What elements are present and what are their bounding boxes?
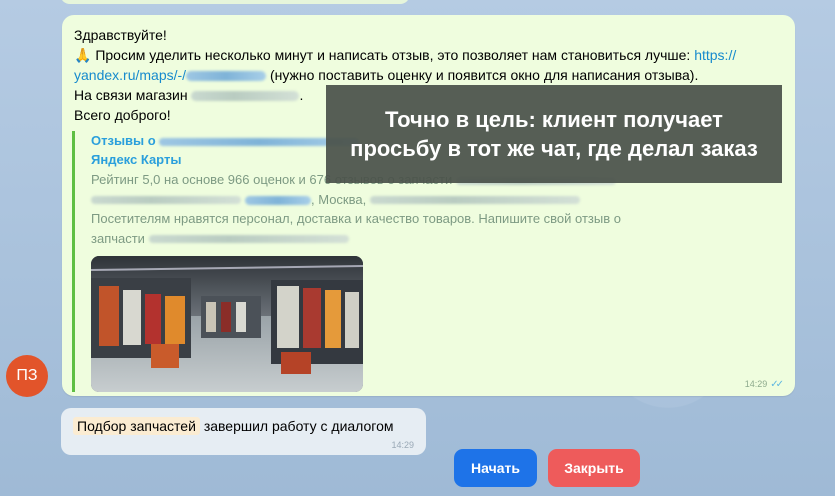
greeting-line: Здравствуйте! bbox=[74, 27, 167, 43]
redacted-address-1 bbox=[91, 196, 241, 205]
message-time-text: 14:29 bbox=[744, 379, 768, 389]
preview-city: , Москва, bbox=[311, 191, 367, 207]
redacted-address-2 bbox=[245, 195, 311, 205]
overlay-line-2: просьбу в тот же чат, где делал заказ bbox=[350, 136, 758, 161]
redacted-shop-desc bbox=[148, 235, 349, 244]
previous-message-stub bbox=[60, 0, 410, 4]
double-check-icon: ✓✓ bbox=[770, 379, 784, 390]
pray-emoji-icon: 🙏 bbox=[74, 47, 92, 63]
review-request-message: Здравствуйте! 🙏 Просим уделить несколько… bbox=[62, 15, 795, 396]
bot-name-tag: Подбор запчастей bbox=[73, 417, 200, 435]
contact-text: На связи магазин bbox=[74, 87, 188, 103]
close-button[interactable]: Закрыть bbox=[548, 449, 640, 487]
review-link-start[interactable]: https:// bbox=[694, 47, 736, 63]
preview-desc-1: Посетителям нравятся персонал, доставка … bbox=[91, 211, 621, 226]
rating-note: (нужно поставить оценку и появится окно … bbox=[269, 67, 699, 83]
service-text: завершил работу с диалогом bbox=[203, 418, 394, 434]
service-message: Подбор запчастей завершил работу с диало… bbox=[61, 408, 426, 455]
service-time: 14:29 bbox=[391, 440, 414, 450]
redacted-address-3 bbox=[369, 196, 580, 205]
redacted-link-id bbox=[186, 71, 267, 82]
overlay-caption: Точно в цель: клиент получает просьбу в … bbox=[326, 85, 782, 183]
start-button[interactable]: Начать bbox=[454, 449, 537, 487]
request-text: Просим уделить несколько минут и написат… bbox=[95, 47, 691, 63]
avatar[interactable]: ПЗ bbox=[6, 355, 48, 397]
store-interior-photo[interactable] bbox=[91, 256, 363, 392]
message-time: 14:29 ✓✓ bbox=[744, 379, 784, 390]
redacted-shop-name bbox=[191, 91, 300, 102]
review-link[interactable]: yandex.ru/maps/-/ bbox=[74, 67, 186, 83]
overlay-line-1: Точно в цель: клиент получает bbox=[385, 107, 723, 132]
preview-site-prefix: Отзывы о bbox=[91, 133, 156, 148]
preview-desc-2: запчасти bbox=[91, 230, 145, 246]
